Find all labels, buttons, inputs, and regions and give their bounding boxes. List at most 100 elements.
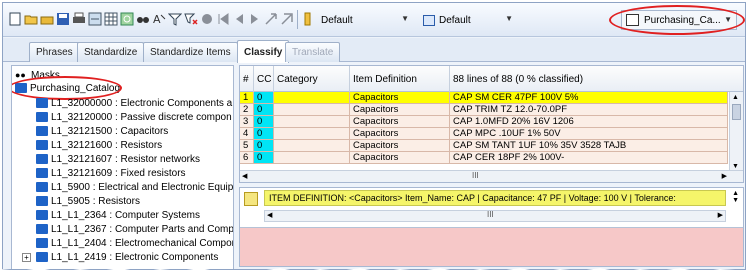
tab-phrases[interactable]: Phrases xyxy=(29,42,80,62)
tree-item-label: L1_L1_2367 : Computer Parts and Comp xyxy=(51,223,234,235)
default-combo-1[interactable]: Default ▼ xyxy=(317,10,413,30)
col-category-header[interactable]: Category xyxy=(274,66,350,92)
category-node-icon xyxy=(36,126,48,136)
scroll-left-icon[interactable]: ◀ xyxy=(267,211,272,219)
grid-icon[interactable] xyxy=(103,11,119,27)
catalog-combo[interactable]: Purchasing_Ca... ▼ xyxy=(621,10,737,30)
default-combo-2[interactable]: Default ▼ xyxy=(419,10,517,30)
row-item-definition: Capacitors xyxy=(350,104,450,116)
table-row[interactable]: 3 0 Capacitors CAP 1.0MFD 20% 16V 1206 xyxy=(240,116,728,128)
tree-item[interactable]: L1_L1_2404 : Electromechanical Compor xyxy=(36,236,234,250)
grid-horizontal-scrollbar[interactable]: ◀ III ▶ xyxy=(240,170,743,182)
tab-classify[interactable]: Classify xyxy=(237,40,290,63)
tree-item[interactable]: L1_32000000 : Electronic Components a xyxy=(36,96,232,110)
tree-item-label: L1_L1_2404 : Electromechanical Compor xyxy=(51,237,234,249)
tab-translate: Translate xyxy=(285,42,341,62)
export-icon[interactable] xyxy=(87,11,103,27)
tree-root[interactable]: Purchasing_Catalog xyxy=(15,81,120,95)
first-icon[interactable] xyxy=(215,11,231,27)
tree-item-label: L1_32121500 : Capacitors xyxy=(51,125,169,137)
tab-standardize-items[interactable]: Standardize Items xyxy=(143,42,238,62)
tree-item[interactable]: L1_32121500 : Capacitors xyxy=(36,124,168,138)
row-num: 2 xyxy=(240,104,254,116)
tree-item[interactable]: L1_5900 : Electrical and Electronic Equi… xyxy=(36,180,233,194)
scroll-grip[interactable]: III xyxy=(472,171,479,180)
open-folder-icon[interactable] xyxy=(23,11,39,27)
refresh-icon[interactable] xyxy=(119,11,135,27)
expand-icon[interactable]: + xyxy=(22,252,31,262)
tree-item[interactable]: L1_32121600 : Resistors xyxy=(36,138,162,152)
row-cc: 0 xyxy=(254,140,274,152)
row-num: 5 xyxy=(240,140,254,152)
grid-header: # CC Category Item Definition 88 lines o… xyxy=(240,66,743,92)
tree-item[interactable]: L1_L1_2367 : Computer Parts and Comp xyxy=(36,222,234,236)
tree-item[interactable]: L1_L1_2364 : Computer Systems xyxy=(36,208,200,222)
scroll-right-icon[interactable]: ▶ xyxy=(718,211,723,219)
col-num-header[interactable]: # xyxy=(240,66,254,92)
find-icon[interactable] xyxy=(135,11,151,27)
scroll-left-icon[interactable]: ◀ xyxy=(242,172,247,180)
clear-filter-icon[interactable] xyxy=(183,11,199,27)
col-cc-header[interactable]: CC xyxy=(254,66,274,92)
item-definition-text[interactable]: ITEM DEFINITION: <Capacitors> Item_Name:… xyxy=(264,190,726,206)
table-row[interactable]: 2 0 Capacitors CAP TRIM TZ 12.0-70.0PF xyxy=(240,104,728,116)
tree-item[interactable]: + L1_L1_2419 : Electronic Components xyxy=(22,250,218,264)
tab-standardize[interactable]: Standardize xyxy=(77,42,145,62)
category-node-icon xyxy=(36,168,48,178)
move-up-icon[interactable] xyxy=(263,11,279,27)
row-description: CAP 1.0MFD 20% 16V 1206 xyxy=(450,116,728,128)
scroll-up-icon[interactable]: ▲ xyxy=(732,94,739,101)
category-node-icon xyxy=(36,210,48,220)
masks-icon: ●● xyxy=(15,70,26,80)
grid-vertical-scrollbar[interactable]: ▲ ▼ xyxy=(729,92,743,172)
tree-item[interactable]: L1_32120000 : Passive discrete compon xyxy=(36,110,232,124)
definition-icon xyxy=(244,192,258,206)
table-row[interactable]: 5 0 Capacitors CAP SM TANT 1UF 10% 35V 3… xyxy=(240,140,728,152)
tree-item-label: L1_L1_2364 : Computer Systems xyxy=(51,209,200,221)
table-row[interactable]: 1 0 Capacitors CAP SM CER 47PF 100V 5% xyxy=(240,92,728,104)
tree-item[interactable]: L1_32121607 : Resistor networks xyxy=(36,152,200,166)
catalog-combo-value: Purchasing_Ca... xyxy=(644,14,721,26)
scroll-thumb[interactable] xyxy=(732,104,741,120)
open-icon[interactable] xyxy=(39,11,55,27)
previous-icon[interactable] xyxy=(231,11,247,27)
tree-masks-label: Masks xyxy=(31,69,60,81)
record-icon[interactable] xyxy=(199,11,215,27)
table-row[interactable]: 6 0 Capacitors CAP CER 18PF 2% 100V- xyxy=(240,152,728,164)
new-icon[interactable] xyxy=(7,11,23,27)
detail-scroll-icon[interactable]: ▲ ▼ xyxy=(732,190,739,204)
col-item-definition-header[interactable]: Item Definition xyxy=(350,66,450,92)
row-cc: 0 xyxy=(254,128,274,140)
row-category xyxy=(274,128,350,140)
tree-item[interactable]: L1_5905 : Resistors xyxy=(36,194,140,208)
layout-icon xyxy=(423,14,435,26)
tree-root-label: Purchasing_Catalog xyxy=(30,82,121,94)
row-item-definition: Capacitors xyxy=(350,140,450,152)
scroll-down-icon[interactable]: ▼ xyxy=(732,163,739,170)
col-description-header[interactable]: 88 lines of 88 (0 % classified) xyxy=(450,66,728,92)
table-row[interactable]: 4 0 Capacitors CAP MPC .10UF 1% 50V xyxy=(240,128,728,140)
category-node-icon xyxy=(36,196,48,206)
tree-masks[interactable]: ●● Masks xyxy=(15,68,60,82)
row-num: 6 xyxy=(240,152,254,164)
bookmark-icon[interactable] xyxy=(300,11,316,27)
replace-icon[interactable]: A xyxy=(151,11,167,27)
tree-item[interactable]: L1_32121609 : Fixed resistors xyxy=(36,166,186,180)
save-icon[interactable] xyxy=(55,11,71,27)
category-node-icon xyxy=(36,140,48,150)
category-node-icon xyxy=(36,98,48,108)
toolbar-separator xyxy=(297,10,298,29)
print-icon[interactable] xyxy=(71,11,87,27)
toolbar: A Default ▼ Default ▼ Purchasing_Ca... ▼ xyxy=(3,3,745,37)
filter-icon[interactable] xyxy=(167,11,183,27)
detail-horizontal-scrollbar[interactable]: ◀ III ▶ xyxy=(264,210,726,222)
move-top-icon[interactable] xyxy=(279,11,295,27)
tab-bar: Phrases Standardize Standardize Items Cl… xyxy=(3,38,745,63)
row-category xyxy=(274,152,350,164)
row-item-definition: Capacitors xyxy=(350,152,450,164)
category-node-icon xyxy=(36,182,48,192)
scroll-right-icon[interactable]: ▶ xyxy=(722,172,727,180)
scroll-grip[interactable]: III xyxy=(487,210,494,219)
next-icon[interactable] xyxy=(247,11,263,27)
row-category xyxy=(274,104,350,116)
